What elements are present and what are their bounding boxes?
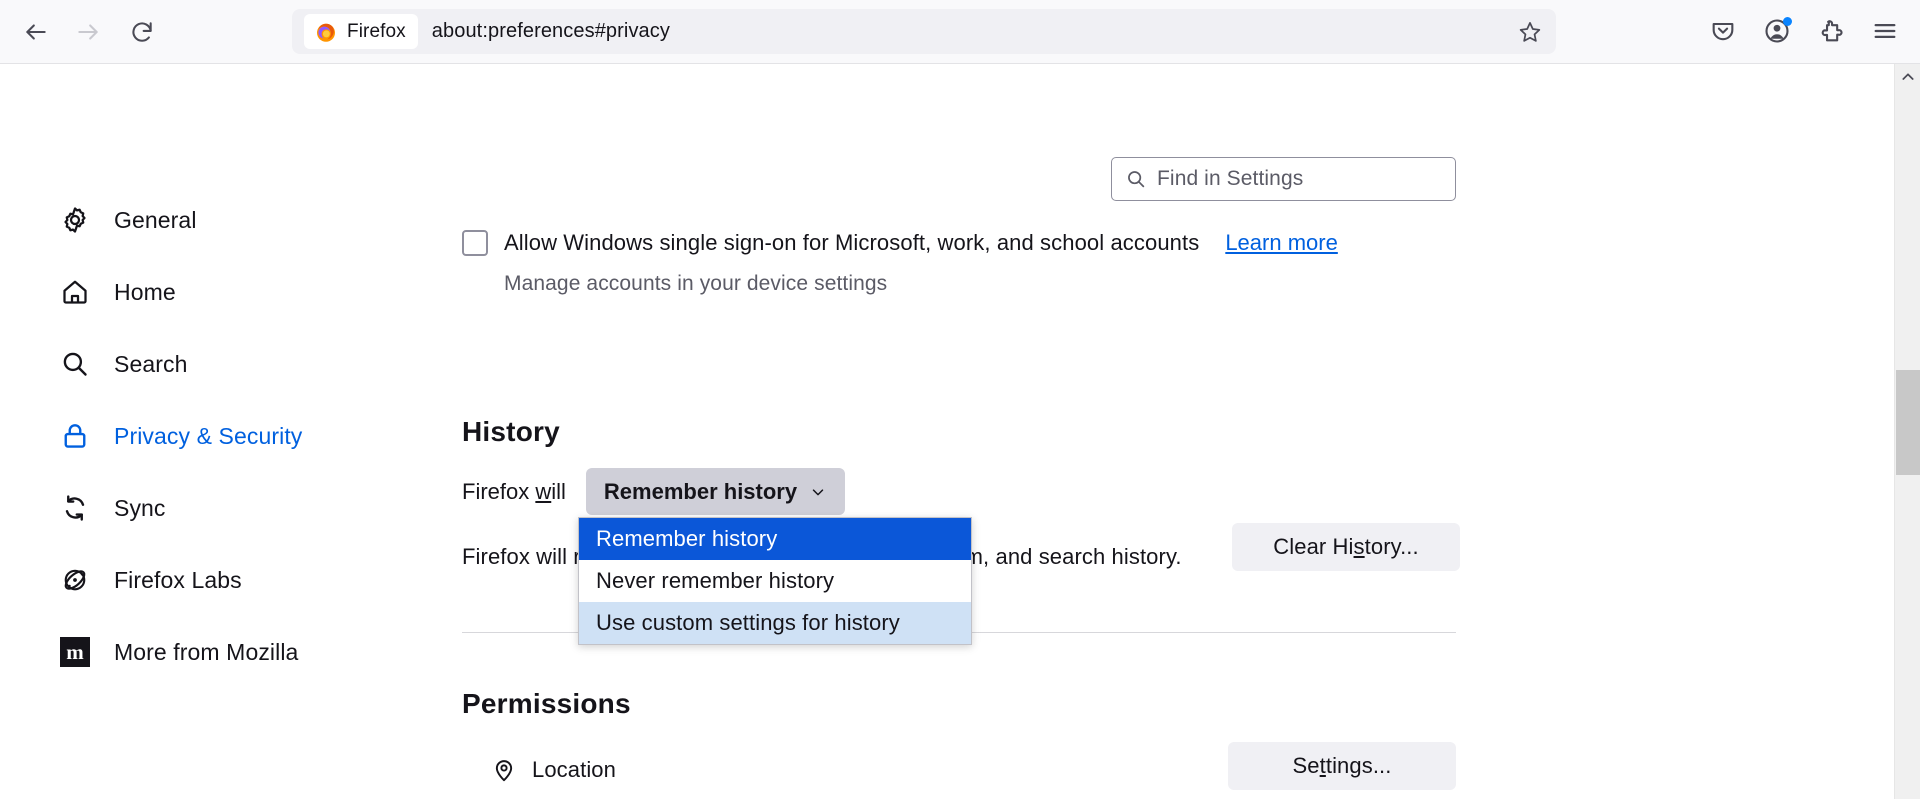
- permission-label: Location: [532, 757, 616, 782]
- mozilla-m-icon: m: [58, 635, 92, 669]
- address-bar[interactable]: Firefox about:preferences#privacy: [292, 9, 1556, 54]
- history-mode-value: Remember history: [603, 478, 798, 504]
- search-icon: [1128, 171, 1145, 188]
- firefox-will-label: Firefox will: [462, 478, 566, 504]
- pocket-button[interactable]: [1702, 10, 1744, 52]
- firefox-logo-icon: [317, 23, 335, 42]
- url-text[interactable]: about:preferences#privacy: [432, 20, 670, 43]
- settings-sidebar: General Home Search Privacy & Security S…: [0, 184, 400, 688]
- vertical-scrollbar[interactable]: [1894, 64, 1920, 799]
- extensions-icon: [1821, 20, 1843, 42]
- location-settings-button[interactable]: Se t tings...: [1228, 742, 1456, 790]
- sidebar-item-home[interactable]: Home: [0, 256, 400, 328]
- history-mode-dropdown-popup: Remember history Never remember history …: [578, 517, 972, 645]
- sidebar-item-general[interactable]: General: [0, 184, 400, 256]
- sync-icon: [58, 491, 92, 525]
- search-icon: [58, 347, 92, 381]
- scrollbar-thumb[interactable]: [1896, 370, 1920, 475]
- account-button[interactable]: [1756, 10, 1798, 52]
- arrow-right-icon: [78, 23, 98, 40]
- sidebar-item-label: Search: [114, 350, 188, 377]
- app-menu-button[interactable]: [1864, 10, 1906, 52]
- forward-button[interactable]: [66, 10, 110, 54]
- pocket-icon: [1712, 22, 1734, 41]
- sidebar-item-label: Sync: [114, 494, 166, 521]
- app-menu-icon: [1874, 24, 1896, 38]
- preferences-page: Find in Settings General Home Search Pri…: [0, 64, 1894, 799]
- firefox-window: Firefox about:preferences#privacy Find i…: [0, 0, 1920, 799]
- windows-sso-row: Allow Windows single sign-on for Microso…: [462, 230, 1338, 256]
- sidebar-item-label: Privacy & Security: [114, 422, 303, 449]
- star-icon: [1519, 21, 1540, 42]
- find-in-settings-input[interactable]: Find in Settings: [1111, 157, 1456, 201]
- history-section-title: History: [462, 416, 560, 447]
- sidebar-item-firefox-labs[interactable]: Firefox Labs: [0, 544, 400, 616]
- browser-toolbar: Firefox about:preferences#privacy: [0, 0, 1920, 64]
- arrow-left-icon: [26, 23, 46, 40]
- dropdown-option-use-custom-settings[interactable]: Use custom settings for history: [579, 602, 971, 644]
- location-pin-icon: [490, 756, 518, 784]
- dropdown-option-remember-history[interactable]: Remember history: [579, 518, 971, 560]
- lock-icon: [58, 419, 92, 453]
- atom-icon: [58, 563, 92, 597]
- permission-row-location: Location: [490, 756, 616, 784]
- back-button[interactable]: [14, 10, 58, 54]
- bookmark-star-button[interactable]: [1513, 15, 1546, 48]
- reload-button[interactable]: [120, 10, 164, 54]
- home-icon: [58, 275, 92, 309]
- windows-sso-sublabel: Manage accounts in your device settings: [504, 272, 888, 295]
- sidebar-item-label: General: [114, 206, 197, 233]
- firefox-page-chip[interactable]: Firefox: [304, 14, 418, 49]
- sidebar-item-sync[interactable]: Sync: [0, 472, 400, 544]
- scrollbar-up-button[interactable]: [1895, 64, 1920, 90]
- sidebar-item-privacy-security[interactable]: Privacy & Security: [0, 400, 400, 472]
- sidebar-item-more-from-mozilla[interactable]: m More from Mozilla: [0, 616, 400, 688]
- reload-icon: [132, 21, 152, 42]
- dropdown-option-never-remember-history[interactable]: Never remember history: [579, 560, 971, 602]
- toolbar-right-buttons: [1702, 10, 1906, 52]
- extensions-button[interactable]: [1810, 10, 1852, 52]
- history-mode-row: Firefox will Remember history: [462, 468, 846, 515]
- chevron-up-icon: [1902, 73, 1914, 80]
- gear-icon: [58, 203, 92, 237]
- sidebar-item-label: More from Mozilla: [114, 638, 299, 665]
- account-badge-dot: [1783, 17, 1792, 26]
- windows-sso-label: Allow Windows single sign-on for Microso…: [504, 230, 1200, 255]
- sidebar-item-label: Home: [114, 278, 176, 305]
- sidebar-item-search[interactable]: Search: [0, 328, 400, 400]
- find-in-settings-placeholder: Find in Settings: [1157, 167, 1304, 190]
- sidebar-item-label: Firefox Labs: [114, 566, 242, 593]
- permissions-section-title: Permissions: [462, 688, 631, 719]
- clear-history-button[interactable]: Clear Hi s tory...: [1232, 523, 1460, 571]
- history-mode-dropdown[interactable]: Remember history: [585, 468, 846, 515]
- chevron-down-icon: [812, 488, 824, 495]
- learn-more-link[interactable]: Learn more: [1225, 230, 1338, 256]
- firefox-chip-label: Firefox: [347, 20, 406, 42]
- windows-sso-checkbox[interactable]: [462, 230, 488, 256]
